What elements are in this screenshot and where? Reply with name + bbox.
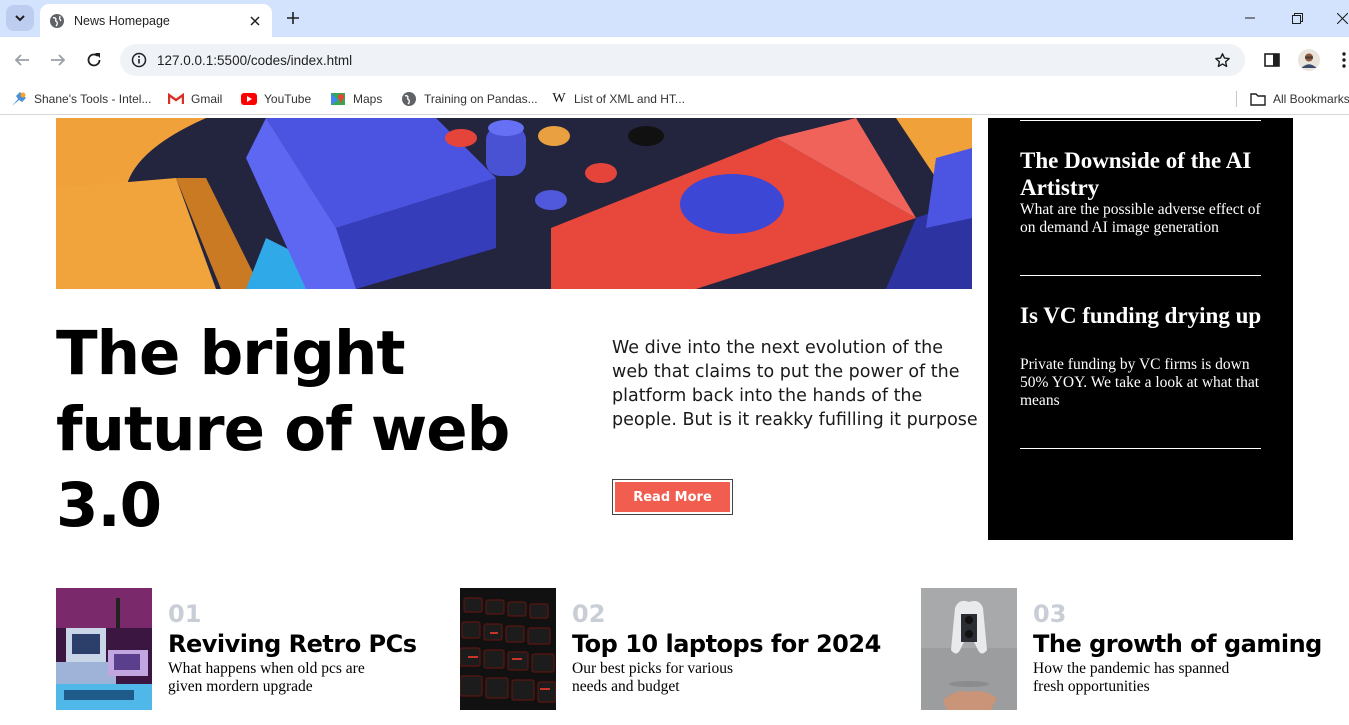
- tab-search-button[interactable]: [6, 5, 34, 31]
- globe-icon: [401, 91, 417, 107]
- maps-icon: [330, 91, 346, 107]
- browser-toolbar: 127.0.0.1:5500/codes/index.html: [0, 37, 1349, 83]
- browser-menu-button[interactable]: [1334, 50, 1349, 70]
- all-bookmarks-label: All Bookmarks: [1273, 92, 1349, 106]
- laptop-keyboard-image: [460, 588, 556, 710]
- youtube-icon: [241, 91, 257, 107]
- close-window-button[interactable]: [1332, 8, 1349, 28]
- hero-intro: We dive into the next evolution of the w…: [612, 338, 978, 430]
- reload-button[interactable]: [84, 50, 104, 70]
- plus-icon: [287, 12, 299, 24]
- card-title[interactable]: The growth of gaming: [1033, 630, 1322, 658]
- back-button[interactable]: [12, 50, 32, 70]
- bookmark-label: YouTube: [264, 92, 312, 106]
- divider: [1020, 120, 1261, 121]
- card-number: 03: [1033, 600, 1067, 628]
- game-controller-image: [921, 588, 1017, 710]
- sidebar-article-title[interactable]: Is VC funding drying up: [1020, 302, 1265, 329]
- read-more-button[interactable]: Read More: [612, 479, 733, 515]
- tools-icon: [11, 91, 27, 107]
- sidebar-article-text: Private funding by VC firms is down 50% …: [1020, 356, 1260, 409]
- more-vertical-icon: [1342, 52, 1346, 68]
- sidebar-article-text: What are the possible adverse effect of …: [1020, 201, 1261, 236]
- restore-icon: [1291, 12, 1303, 24]
- all-bookmarks-button[interactable]: All Bookmarks: [1250, 90, 1349, 108]
- side-panel-button[interactable]: [1262, 50, 1282, 70]
- bookmark-training-pandas[interactable]: Training on Pandas...: [401, 90, 538, 108]
- folder-icon: [1250, 91, 1266, 107]
- hero-image: [56, 118, 972, 289]
- card-number: 01: [168, 600, 202, 628]
- tab-title: News Homepage: [74, 13, 170, 28]
- bookmark-label: List of XML and HT...: [574, 92, 685, 106]
- bookmarks-bar: Shane's Tools - Intel... Gmail YouTube M…: [0, 83, 1349, 115]
- tab-strip: News Homepage: [0, 0, 1349, 37]
- card-title[interactable]: Top 10 laptops for 2024: [572, 630, 881, 658]
- article-card[interactable]: 02 Top 10 laptops for 2024 Our best pick…: [460, 588, 881, 710]
- gmail-icon: [168, 91, 184, 107]
- hero-headline: The bright future of web 3.0: [56, 318, 510, 541]
- new-articles-sidebar: The Downside of the AI Artistry What are…: [988, 118, 1293, 540]
- article-card[interactable]: 03 The growth of gaming How the pandemic…: [921, 588, 1341, 710]
- address-bar[interactable]: 127.0.0.1:5500/codes/index.html: [120, 44, 1245, 76]
- card-text: What happens when old pcs are given mord…: [168, 660, 365, 695]
- bookmark-youtube[interactable]: YouTube: [241, 90, 311, 108]
- tab-news-homepage[interactable]: News Homepage: [40, 4, 272, 37]
- bookmark-label: Shane's Tools - Intel...: [34, 92, 152, 106]
- arrow-left-icon: [14, 54, 29, 66]
- new-tab-button[interactable]: [283, 8, 303, 28]
- wikipedia-icon: W: [552, 91, 566, 106]
- bookmark-separator: [1236, 91, 1237, 107]
- retro-pc-image: [56, 588, 152, 710]
- globe-icon: [50, 13, 64, 28]
- restore-button[interactable]: [1287, 8, 1307, 28]
- bookmark-gmail[interactable]: Gmail: [168, 90, 222, 108]
- bookmark-label: Gmail: [191, 92, 223, 106]
- site-info-icon[interactable]: [130, 51, 148, 69]
- url-text[interactable]: 127.0.0.1:5500/codes/index.html: [157, 53, 1212, 68]
- divider: [1020, 448, 1261, 449]
- bookmark-shanes-tools[interactable]: Shane's Tools - Intel...: [11, 90, 151, 108]
- close-tab-icon[interactable]: [247, 13, 263, 29]
- profile-avatar[interactable]: [1298, 49, 1320, 71]
- card-text: How the pandemic has spanned fresh oppor…: [1033, 660, 1230, 695]
- bookmark-maps[interactable]: Maps: [330, 90, 382, 108]
- chevron-down-icon: [15, 15, 25, 22]
- arrow-right-icon: [51, 54, 66, 66]
- bookmark-star-icon[interactable]: [1212, 50, 1232, 70]
- side-panel-icon: [1264, 53, 1280, 67]
- sidebar-article-title[interactable]: The Downside of the AI Artistry: [1020, 147, 1265, 201]
- bookmark-list-xml[interactable]: W List of XML and HT...: [551, 90, 685, 108]
- bookmark-label: Maps: [353, 92, 383, 106]
- divider: [1020, 275, 1261, 276]
- article-card[interactable]: 01 Reviving Retro PCs What happens when …: [56, 588, 436, 710]
- avatar-icon: [1298, 49, 1320, 71]
- minimize-button[interactable]: [1240, 8, 1260, 28]
- minimize-icon: [1245, 17, 1255, 19]
- page-content: The bright future of web 3.0 We dive int…: [0, 116, 1349, 725]
- reload-icon: [87, 53, 101, 67]
- card-number: 02: [572, 600, 606, 628]
- card-text: Our best picks for various needs and bud…: [572, 660, 733, 695]
- close-icon: [1336, 12, 1348, 24]
- bookmark-label: Training on Pandas...: [424, 92, 538, 106]
- forward-button[interactable]: [48, 50, 68, 70]
- card-title[interactable]: Reviving Retro PCs: [168, 630, 417, 658]
